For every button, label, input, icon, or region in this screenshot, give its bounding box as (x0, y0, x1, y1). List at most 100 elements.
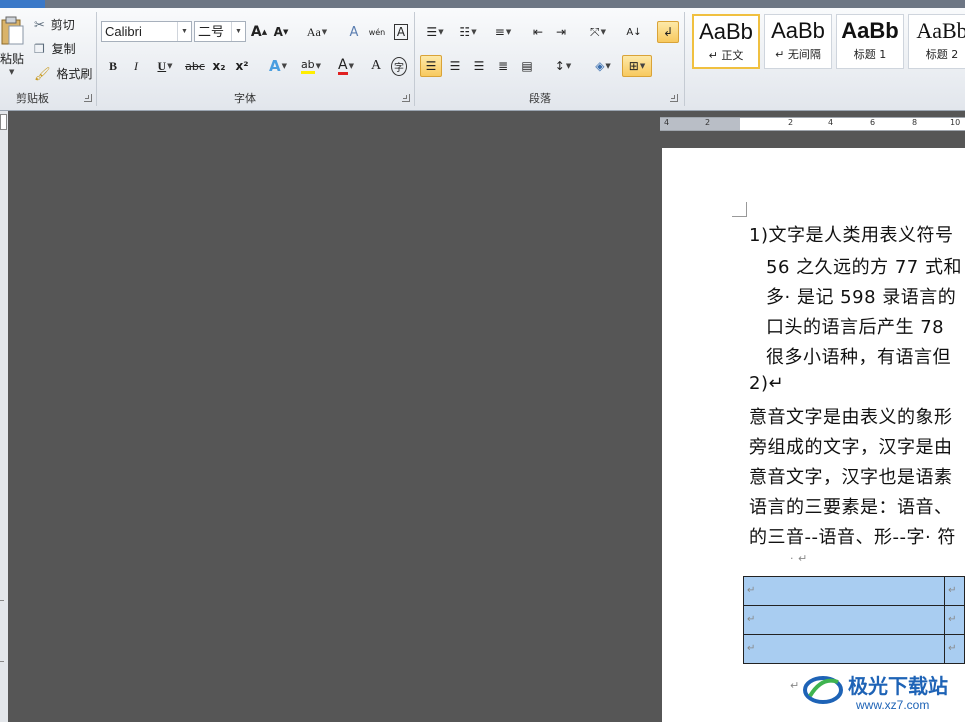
table-cell[interactable]: ↵ (742, 576, 946, 606)
font-size-combo[interactable]: 二号 ▼ (194, 21, 246, 42)
format-painter-label: 格式刷 (56, 67, 93, 81)
italic-button[interactable]: I (125, 55, 147, 77)
subscript-button[interactable]: x₂ (208, 55, 230, 77)
watermark-logo-icon (803, 676, 843, 704)
change-case-icon: Aa (306, 24, 321, 39)
style-name: 标题 2 (925, 48, 959, 61)
paragraph-group-label: 段落 (529, 92, 551, 105)
phonetic-guide-button[interactable]: wén (366, 21, 388, 43)
chevron-down-icon[interactable]: ▼ (177, 22, 191, 41)
text-effect-button[interactable]: A ▼ (263, 55, 293, 77)
font-dialog-launcher[interactable] (402, 94, 410, 102)
style-item[interactable]: AaBb 标题 2 (908, 14, 965, 69)
clear-format-icon: A (349, 24, 359, 40)
scissors-icon: ✂ (34, 18, 45, 33)
grow-font-icon: A (250, 24, 262, 40)
chinese-layout-button[interactable]: ⤧ ▼ (583, 21, 613, 43)
document-table[interactable]: ↵ ↵ ↵ ↵ ↵ ↵ (742, 576, 965, 664)
style-item[interactable]: AaBb ↵ 正文 (692, 14, 760, 69)
table-cell[interactable]: ↵ (742, 634, 946, 664)
clipboard-dialog-launcher[interactable] (84, 94, 92, 102)
multilevel-list-icon: ≡ (494, 25, 505, 39)
enclose-char-icon: 字 (391, 56, 407, 76)
ruler-toggle-button[interactable] (0, 114, 7, 130)
underline-icon: U (157, 58, 167, 73)
style-item[interactable]: AaBb ↵ 无间隔 (764, 14, 832, 69)
highlighter-icon: ab (300, 58, 315, 74)
align-center-icon: ☰ (449, 59, 461, 73)
paragraph-mark: ↵ (790, 679, 800, 692)
show-marks-button[interactable]: ↲ (657, 21, 679, 43)
multilevel-list-button[interactable]: ≡ ▼ (488, 21, 518, 43)
justify-icon: ≣ (497, 59, 509, 73)
distribute-button[interactable]: ▤ (516, 55, 538, 77)
char-border-icon: A (393, 24, 409, 40)
superscript-button[interactable]: x² (231, 55, 253, 77)
style-item[interactable]: AaBb 标题 1 (836, 14, 904, 69)
watermark-site-name: 极光下载站 (848, 674, 948, 698)
paste-label: 粘贴 (0, 52, 25, 66)
decrease-indent-button[interactable]: ⇤ (527, 21, 549, 43)
clear-format-button[interactable]: A (343, 21, 365, 43)
chevron-down-icon[interactable]: ▼ (231, 22, 245, 41)
bullets-button[interactable]: ☰ ▼ (420, 21, 450, 43)
decrease-indent-icon: ⇤ (532, 25, 544, 39)
char-border-button[interactable]: A (390, 21, 412, 43)
ruler-tick-label: 2 (705, 118, 711, 127)
justify-button[interactable]: ≣ (492, 55, 514, 77)
copy-button[interactable]: ❐ 复制 (34, 40, 76, 57)
char-shading-button[interactable]: A (365, 55, 387, 77)
cell-end-mark: ↵ (747, 585, 756, 596)
char-shading-icon: A (370, 58, 382, 73)
watermark: 极光下载站 www.xz7.com (800, 668, 965, 722)
sort-button[interactable]: A↓ (623, 21, 645, 43)
paragraph-dialog-launcher[interactable] (670, 94, 678, 102)
cell-end-mark: ↵ (747, 614, 756, 625)
align-center-button[interactable]: ☰ (444, 55, 466, 77)
cut-button[interactable]: ✂ 剪切 (34, 16, 75, 33)
phonetic-guide-icon: wén (368, 27, 386, 37)
strikethrough-button[interactable]: abc (184, 55, 206, 77)
italic-icon: I (134, 58, 138, 73)
highlight-button[interactable]: ab ▼ (296, 55, 326, 77)
ribbon: 粘贴 ▼ ✂ 剪切 ❐ 复制 🖌 格式刷 剪贴板 Calibri ▼ 二号 ▼ … (0, 0, 965, 111)
paragraph-mark-icon: ↲ (662, 25, 674, 39)
underline-button[interactable]: U ▼ (149, 55, 181, 77)
brush-icon: 🖌 (34, 67, 51, 82)
table-cell[interactable]: ↵ (944, 605, 965, 635)
copy-label: 复制 (51, 42, 76, 56)
grow-font-button[interactable]: A ▲ (248, 21, 270, 43)
document-line: · ↵ (790, 552, 808, 565)
numbered-list-icon: ☷ (459, 25, 471, 39)
bold-button[interactable]: B (102, 55, 124, 77)
file-tab[interactable] (0, 0, 45, 8)
align-left-button[interactable]: ☰ (420, 55, 442, 77)
borders-button[interactable]: ⊞ ▼ (622, 55, 652, 77)
enclose-char-button[interactable]: 字 (388, 55, 410, 77)
table-cell[interactable]: ↵ (944, 634, 965, 664)
font-color-button[interactable]: A ▼ (331, 55, 361, 77)
paste-button[interactable]: 粘贴 ▼ (0, 14, 28, 84)
horizontal-ruler[interactable]: 4 2 2 4 6 8 10 (660, 117, 965, 131)
chinese-layout-icon: ⤧ (590, 24, 600, 39)
numbering-button[interactable]: ☷ ▼ (453, 21, 483, 43)
margin-corner-mark (732, 202, 747, 217)
shading-button[interactable]: ◈ ▼ (588, 55, 618, 77)
change-case-button[interactable]: Aa ▼ (302, 21, 332, 43)
ruler-tick-label: 4 (664, 118, 670, 127)
align-right-icon: ☰ (473, 59, 485, 73)
line-spacing-button[interactable]: ↕ ▼ (548, 55, 578, 77)
style-sample: AaBb (841, 18, 899, 43)
table-cell[interactable]: ↵ (742, 605, 946, 635)
ruler-tick-label: 8 (912, 118, 918, 127)
document-line: 56 之久远的方 77 式和 (766, 257, 962, 278)
shrink-font-button[interactable]: A ▼ (270, 21, 292, 43)
increase-indent-button[interactable]: ⇥ (550, 21, 572, 43)
style-sample: AaBb (771, 18, 825, 43)
font-name-combo[interactable]: Calibri ▼ (101, 21, 192, 42)
format-painter-button[interactable]: 🖌 格式刷 (34, 65, 92, 82)
align-right-button[interactable]: ☰ (468, 55, 490, 77)
table-cell[interactable]: ↵ (944, 576, 965, 606)
ruler-margin (660, 118, 740, 130)
ruler-tick-label: 6 (870, 118, 876, 127)
